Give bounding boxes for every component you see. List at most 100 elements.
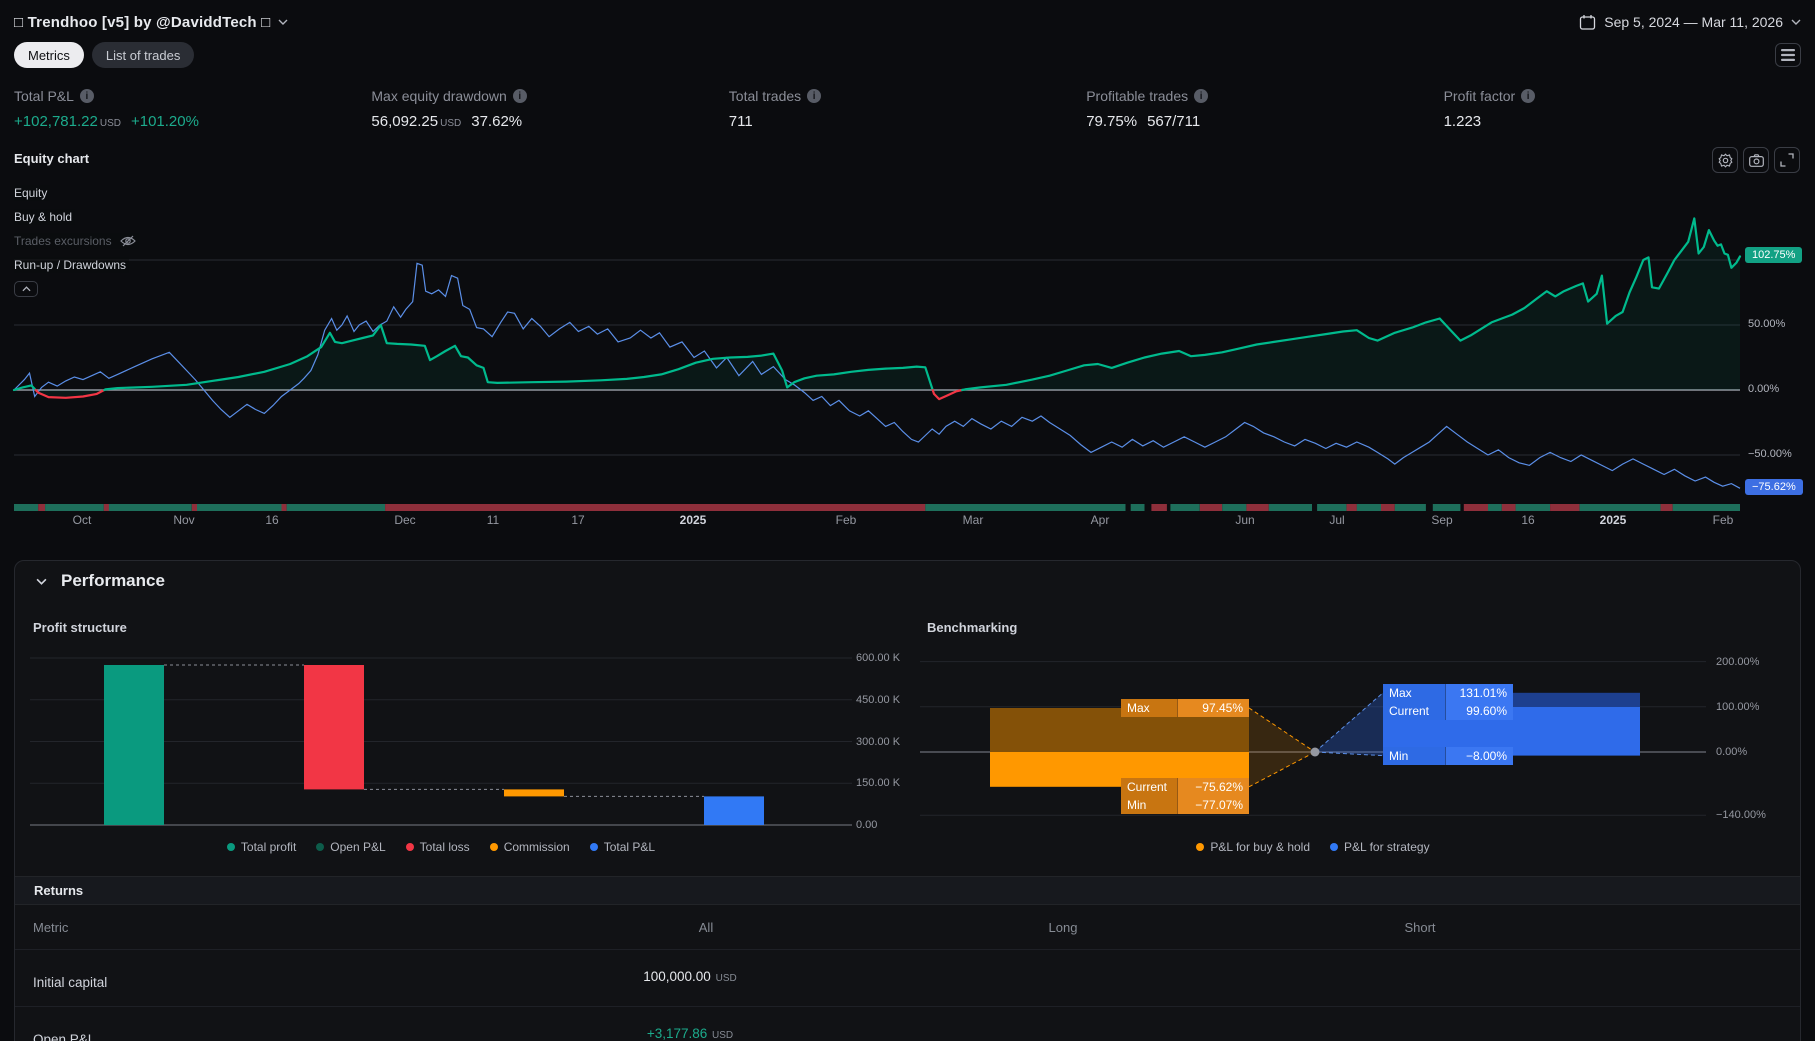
- equity-legend-item-run-up-drawdowns[interactable]: Run-up / Drawdowns: [14, 257, 129, 273]
- metric-value: 56,092.25USD: [371, 113, 461, 130]
- equity-legend-item-buy-hold[interactable]: Buy & hold: [14, 209, 75, 225]
- equity-x-tick[interactable]: Feb: [1691, 513, 1755, 527]
- legend-item-label: Commission: [504, 840, 570, 854]
- info-icon[interactable]: i: [513, 89, 527, 103]
- profit-structure-y-label: 450.00 K: [856, 694, 900, 706]
- layout-list-button[interactable]: [1775, 43, 1801, 67]
- legend-item-total-profit[interactable]: Total profit: [227, 840, 296, 854]
- strategy-tester-panel: □ Trendhoo [v5] by @DaviddTech □ Sep 5, …: [0, 0, 1815, 1041]
- legend-item-total-p-l[interactable]: Total P&L: [590, 840, 655, 854]
- equity-legend-item-trades-excursions[interactable]: Trades excursions: [14, 233, 139, 249]
- legend-item-open-p-l[interactable]: Open P&L: [316, 840, 385, 854]
- metric-label: Profitable tradesi: [1086, 88, 1443, 104]
- equity-x-tick[interactable]: Jul: [1305, 513, 1369, 527]
- date-range-picker[interactable]: Sep 5, 2024 — Mar 11, 2026: [1579, 14, 1801, 31]
- returns-section-header: Returns: [15, 876, 1800, 905]
- returns-col-short: Short: [1270, 920, 1570, 935]
- metric-extra-value: 37.62%: [471, 113, 522, 130]
- performance-section-header[interactable]: Performance: [36, 571, 165, 591]
- metric-extra-value: +101.20%: [131, 113, 199, 130]
- legend-item-label: Run-up / Drawdowns: [14, 258, 126, 272]
- legend-item-label: P&L for strategy: [1344, 840, 1430, 854]
- metric-values: 1.223: [1444, 113, 1801, 130]
- equity-x-tick[interactable]: Nov: [152, 513, 216, 527]
- chart-settings-button[interactable]: [1712, 147, 1738, 173]
- legend-item-label: Total P&L: [604, 840, 655, 854]
- range-label-key: Current: [1383, 702, 1445, 720]
- equity-legend-item-equity[interactable]: Equity: [14, 185, 50, 201]
- equity-x-tick[interactable]: Feb: [814, 513, 878, 527]
- range-label-value: 97.45%: [1177, 699, 1249, 717]
- metric-block: Total tradesi711: [729, 88, 1086, 130]
- equity-legend: Equity Buy & hold Trades excursions Run-up …: [14, 185, 139, 297]
- metric-value: 711: [729, 113, 753, 130]
- date-range-label: Sep 5, 2024 — Mar 11, 2026: [1604, 14, 1783, 30]
- tabs-row: Metrics List of trades: [14, 42, 1801, 68]
- benchmarking-title: Benchmarking: [927, 620, 1017, 635]
- profit-structure-y-label: 600.00 K: [856, 652, 900, 664]
- metrics-row: Total P&Li+102,781.22USD+101.20%Max equi…: [14, 88, 1801, 130]
- page-title: □ Trendhoo [v5] by @DaviddTech □: [14, 14, 270, 31]
- view-tabs: Metrics List of trades: [14, 42, 194, 68]
- info-icon[interactable]: i: [80, 89, 94, 103]
- performance-card: [14, 560, 1801, 1041]
- profit-structure-y-label: 0.00: [856, 819, 877, 831]
- range-label-value: −8.00%: [1445, 747, 1513, 765]
- profit-structure-y-label: 150.00 K: [856, 777, 900, 789]
- legend-item-total-loss[interactable]: Total loss: [406, 840, 470, 854]
- equity-x-tick[interactable]: 2025: [1581, 513, 1645, 527]
- profit-structure-y-label: 300.00 K: [856, 736, 900, 748]
- equity-x-tick[interactable]: 16: [1496, 513, 1560, 527]
- info-icon[interactable]: i: [1194, 89, 1208, 103]
- returns-row-value-all: 100,000.00 USD: [540, 969, 840, 984]
- currency-label: USD: [100, 118, 121, 129]
- benchmarking-y-label: 0.00%: [1716, 746, 1747, 758]
- equity-last-value-badge: −75.62%: [1745, 479, 1803, 495]
- chevron-up-icon: [22, 286, 31, 292]
- equity-x-tick[interactable]: 16: [240, 513, 304, 527]
- tab-list-of-trades[interactable]: List of trades: [92, 42, 194, 68]
- currency-label: USD: [440, 118, 461, 129]
- metric-block: Profit factori1.223: [1444, 88, 1801, 130]
- equity-x-tick[interactable]: Mar: [941, 513, 1005, 527]
- legend-item-label: Equity: [14, 186, 47, 200]
- legend-collapse-button[interactable]: [14, 281, 38, 297]
- returns-row-metric: Open P&L: [33, 1032, 95, 1041]
- metric-value: 79.75%: [1086, 113, 1137, 130]
- chart-snapshot-button[interactable]: [1743, 147, 1769, 173]
- legend-dot-icon: [1330, 843, 1338, 851]
- equity-x-tick[interactable]: Dec: [373, 513, 437, 527]
- chevron-down-icon: [1791, 19, 1801, 25]
- equity-x-tick[interactable]: 17: [546, 513, 610, 527]
- camera-icon: [1749, 154, 1764, 167]
- equity-x-tick[interactable]: 2025: [661, 513, 725, 527]
- legend-item-label: P&L for buy & hold: [1210, 840, 1310, 854]
- chevron-down-icon: [278, 19, 288, 25]
- legend-item-p-l-for-buy-hold[interactable]: P&L for buy & hold: [1196, 840, 1310, 854]
- calendar-icon: [1579, 14, 1596, 31]
- equity-x-tick[interactable]: Sep: [1410, 513, 1474, 527]
- equity-x-tick[interactable]: Apr: [1068, 513, 1132, 527]
- legend-item-commission[interactable]: Commission: [490, 840, 570, 854]
- equity-x-tick[interactable]: Oct: [50, 513, 114, 527]
- info-icon[interactable]: i: [807, 89, 821, 103]
- legend-item-p-l-for-strategy[interactable]: P&L for strategy: [1330, 840, 1430, 854]
- tab-metrics[interactable]: Metrics: [14, 42, 84, 68]
- info-icon[interactable]: i: [1521, 89, 1535, 103]
- metric-value: +102,781.22USD: [14, 113, 121, 130]
- equity-y-axis-label: −50.00%: [1748, 448, 1792, 460]
- legend-dot-icon: [590, 843, 598, 851]
- chart-maximize-button[interactable]: [1774, 147, 1800, 173]
- currency-label: USD: [709, 1030, 733, 1041]
- legend-item-label: Total loss: [420, 840, 470, 854]
- topbar: □ Trendhoo [v5] by @DaviddTech □ Sep 5, …: [14, 8, 1801, 36]
- legend-item-label: Open P&L: [330, 840, 385, 854]
- range-label-value: 131.01%: [1445, 684, 1513, 702]
- legend-dot-icon: [490, 843, 498, 851]
- equity-x-tick[interactable]: 11: [461, 513, 525, 527]
- strategy-title-dropdown[interactable]: □ Trendhoo [v5] by @DaviddTech □: [14, 14, 288, 31]
- equity-chart-title: Equity chart: [14, 151, 89, 166]
- metric-values: 711: [729, 113, 1086, 130]
- benchmarking-legend: P&L for buy & hold P&L for strategy: [920, 840, 1706, 854]
- equity-x-tick[interactable]: Jun: [1213, 513, 1277, 527]
